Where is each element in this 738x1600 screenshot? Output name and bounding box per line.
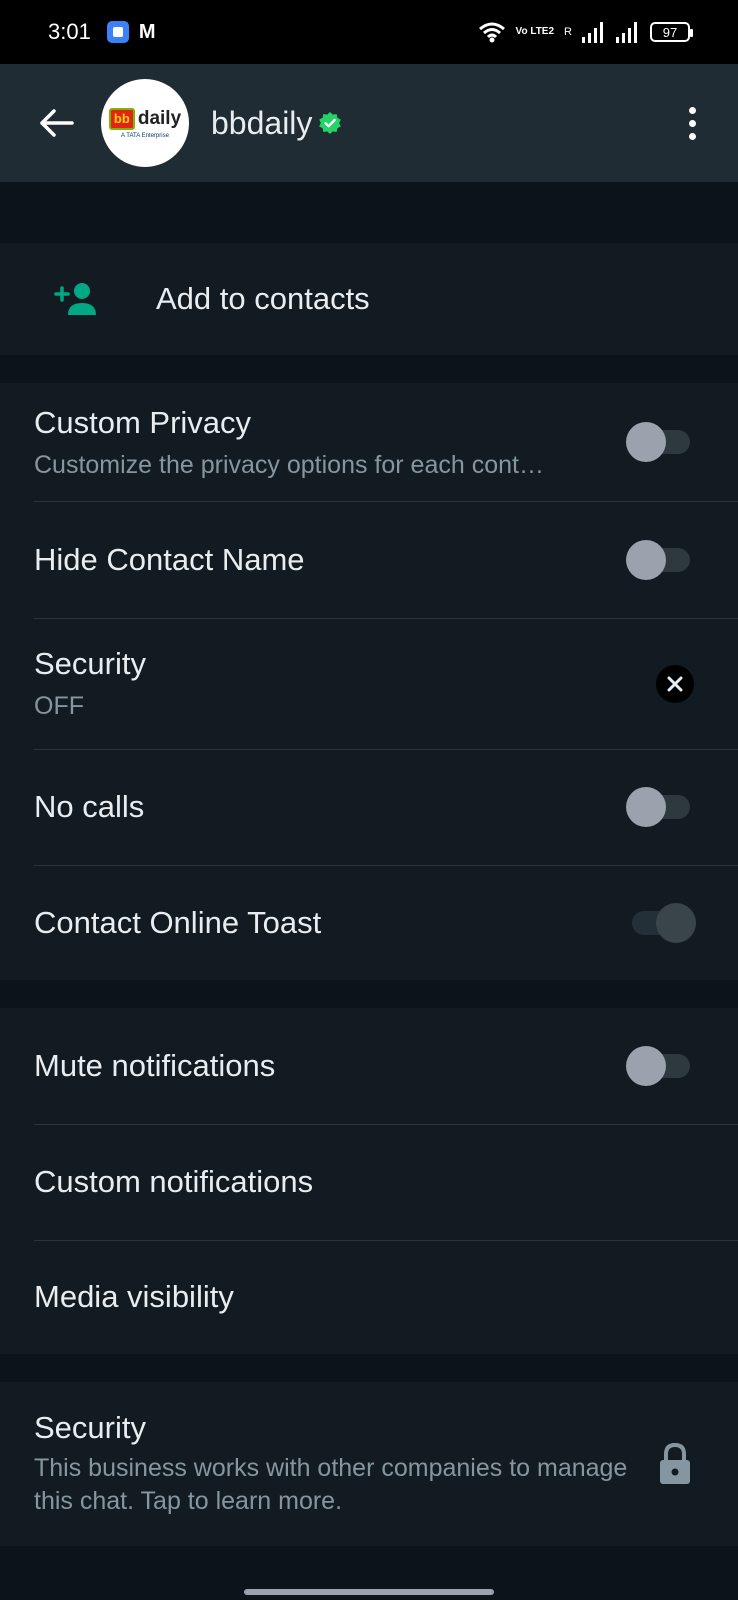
row-title: Security: [34, 646, 146, 681]
contact-name[interactable]: bbdaily: [211, 105, 312, 142]
row-title: Media visibility: [34, 1279, 234, 1314]
row-subtitle: Customize the privacy options for each c…: [34, 450, 544, 479]
signal-icon-2: [616, 22, 637, 43]
row-title: Security: [34, 1410, 146, 1445]
logo-badge: bb: [108, 107, 135, 130]
logo-tagline: A TATA Enterprise: [121, 132, 169, 139]
dot-icon: [688, 119, 696, 127]
add-contact-section: Add to contacts: [0, 243, 738, 355]
security-info-row[interactable]: Security This business works with other …: [0, 1382, 738, 1546]
toggle-knob: [626, 1046, 666, 1086]
mute-notifications-toggle[interactable]: [626, 1046, 690, 1086]
gmail-icon: M: [138, 20, 156, 43]
contact-online-toast-toggle[interactable]: [632, 902, 696, 943]
logo-word: daily: [137, 107, 182, 129]
arrow-left-icon: [40, 109, 74, 137]
row-subtitle: This business works with other companies…: [34, 1454, 628, 1515]
toggle-knob: [626, 422, 666, 462]
custom-privacy-toggle[interactable]: [626, 422, 690, 462]
chat-info-header: bb daily A TATA Enterprise bbdaily: [0, 64, 738, 182]
row-title: Custom notifications: [34, 1164, 314, 1199]
app-icon: [106, 21, 129, 43]
verified-badge-icon: [318, 111, 342, 135]
volte-label: Vo LTE2: [515, 26, 555, 37]
toggle-knob: [626, 539, 666, 580]
row-subtitle: OFF: [34, 692, 84, 720]
roaming-label: R: [564, 26, 572, 38]
toggle-knob: [626, 787, 666, 827]
custom-privacy-row[interactable]: Custom Privacy Customize the privacy opt…: [0, 383, 738, 501]
battery-icon: 97: [650, 22, 693, 42]
add-to-contacts-label: Add to contacts: [156, 281, 370, 316]
mute-notifications-row[interactable]: Mute notifications: [0, 1008, 738, 1124]
media-visibility-row[interactable]: Media visibility: [0, 1240, 738, 1354]
status-bar: 3:01 M Vo LTE2 R 97: [0, 0, 738, 64]
no-calls-toggle[interactable]: [626, 787, 690, 827]
security-info-section: Security This business works with other …: [0, 1382, 738, 1546]
add-person-icon: [54, 281, 102, 317]
notification-settings-section: Mute notifications Custom notifications …: [0, 1008, 738, 1354]
row-title: Custom Privacy: [34, 404, 252, 440]
back-button[interactable]: [26, 93, 86, 153]
custom-notifications-row[interactable]: Custom notifications: [0, 1124, 738, 1240]
lock-icon: [658, 1442, 692, 1486]
avatar[interactable]: bb daily A TATA Enterprise: [101, 79, 189, 167]
status-app-icons: M: [106, 20, 156, 44]
security-status-row[interactable]: Security OFF: [0, 618, 738, 749]
bbdaily-logo: bb daily: [108, 107, 182, 130]
status-indicators: Vo LTE2 R 97: [478, 21, 693, 43]
wifi-icon: [478, 22, 505, 43]
privacy-settings-section: Custom Privacy Customize the privacy opt…: [0, 383, 738, 980]
more-options-button[interactable]: [672, 93, 712, 153]
toggle-knob: [656, 902, 696, 943]
dot-icon: [688, 106, 696, 114]
hide-contact-name-row[interactable]: Hide Contact Name: [0, 501, 738, 618]
signal-icon: [582, 22, 603, 43]
hide-contact-name-toggle[interactable]: [626, 539, 690, 580]
no-calls-row[interactable]: No calls: [0, 749, 738, 865]
home-indicator[interactable]: [244, 1589, 494, 1595]
add-to-contacts-row[interactable]: Add to contacts: [0, 243, 738, 355]
status-time: 3:01: [48, 19, 91, 44]
dot-icon: [688, 132, 696, 140]
contact-online-toast-row[interactable]: Contact Online Toast: [0, 865, 738, 980]
close-circle-icon[interactable]: [656, 664, 694, 703]
